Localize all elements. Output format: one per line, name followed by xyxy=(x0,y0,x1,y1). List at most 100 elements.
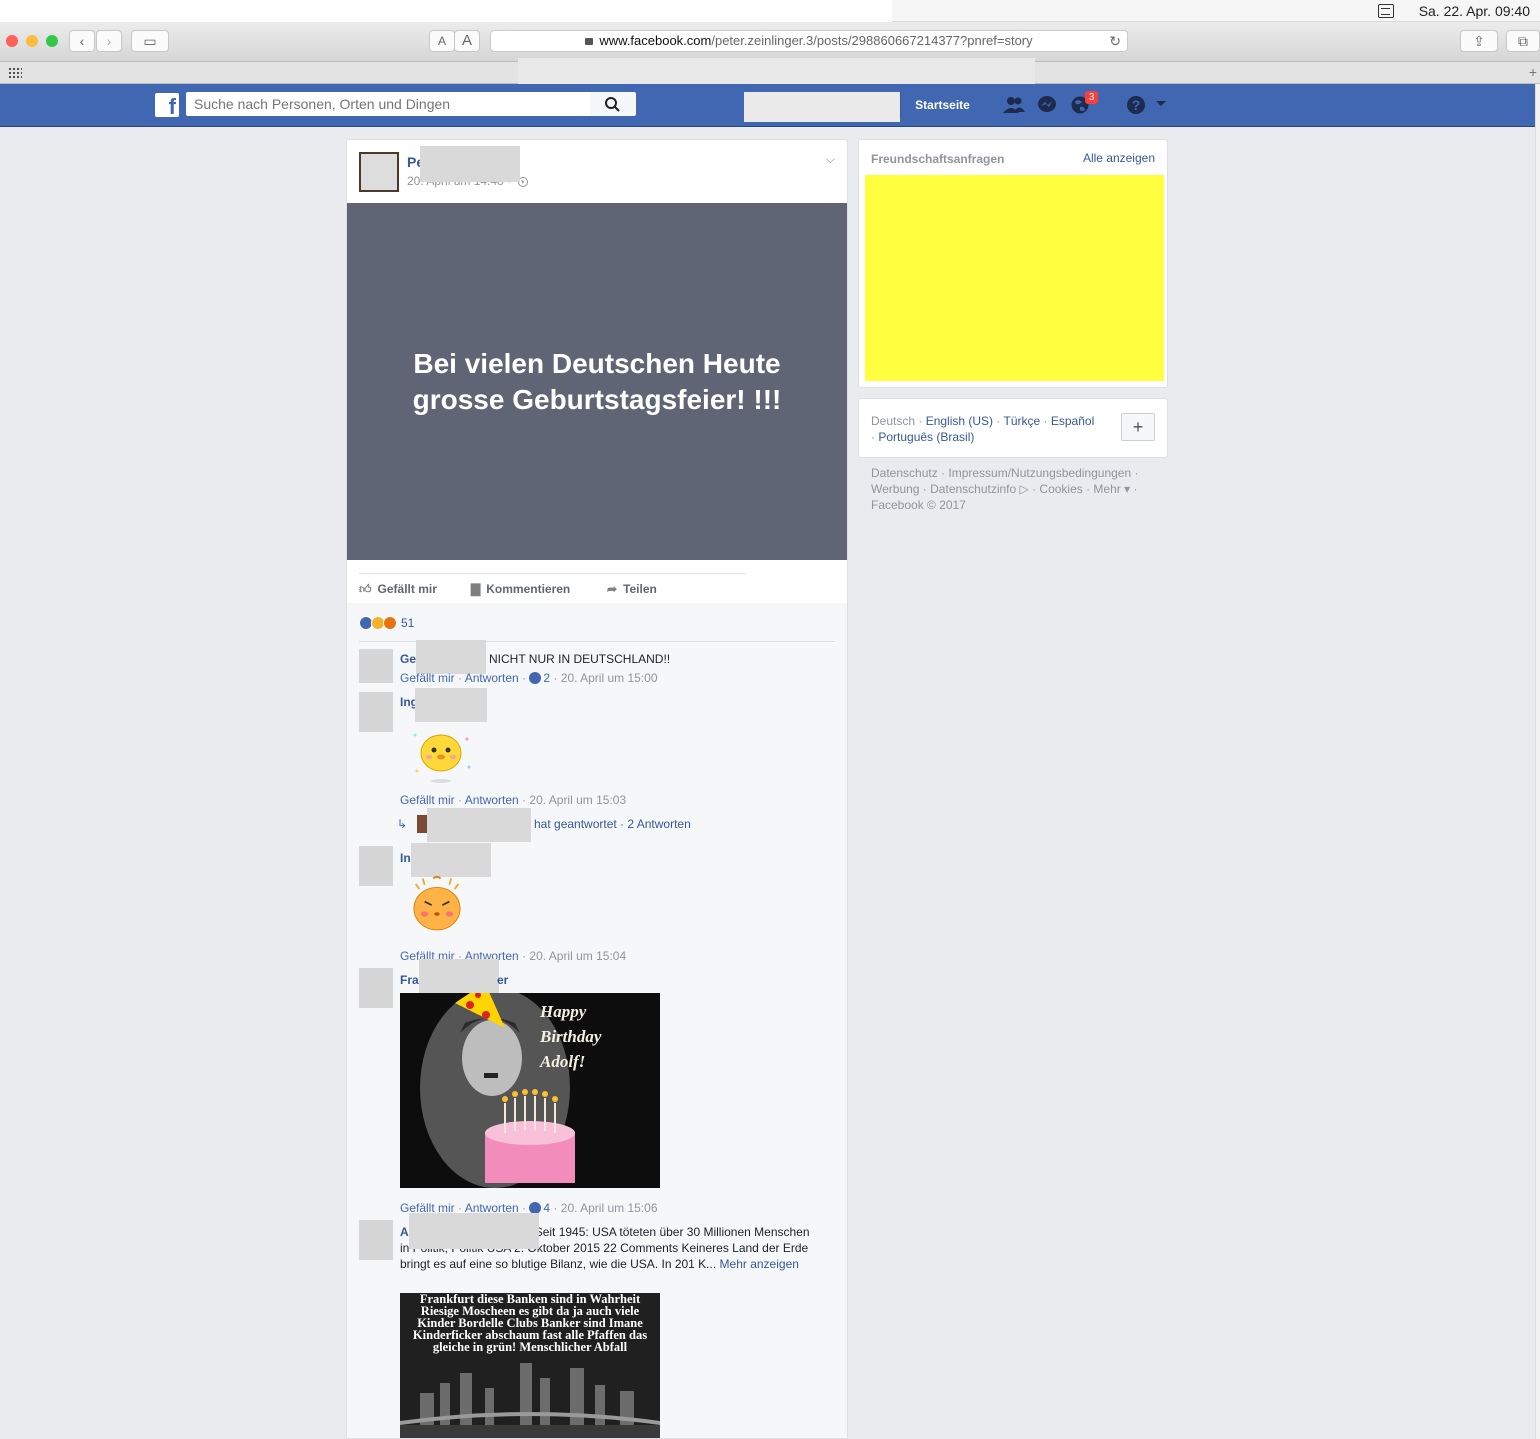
share-button[interactable]: ⇪ xyxy=(1460,30,1498,52)
comment-avatar[interactable] xyxy=(359,1220,393,1260)
redacted-name xyxy=(419,959,499,993)
friend-requests-highlight xyxy=(865,175,1164,381)
comment-icon: ▇ xyxy=(471,582,481,596)
comment-time[interactable]: 20. April um 15:03 xyxy=(529,793,626,807)
like-button[interactable]: 👍︎ Gefällt mir xyxy=(359,582,437,597)
menubar-left xyxy=(0,0,892,22)
home-link[interactable]: Startseite xyxy=(900,92,984,118)
url-path: /peter.zeinlinger.3/posts/29886066721437… xyxy=(711,33,1033,48)
comment-image-frankfurt[interactable]: Frankfurt diese Banken sind in Wahrheit … xyxy=(400,1293,660,1438)
view-replies-link[interactable]: hat geantwortet · 2 Antworten xyxy=(534,817,691,831)
favorites-bar: + xyxy=(0,58,1540,88)
url-host: www.facebook.com xyxy=(599,33,712,48)
comment-avatar[interactable] xyxy=(359,846,393,886)
grid-icon[interactable] xyxy=(8,67,22,79)
birthday-image-caption: Happy Birthday Adolf! xyxy=(540,1002,602,1071)
show-more-link[interactable]: Mehr anzeigen xyxy=(720,1257,799,1271)
frankfurt-image-caption: Frankfurt diese Banken sind in Wahrheit … xyxy=(412,1293,648,1354)
angry-reaction-icon xyxy=(383,616,397,630)
birthday-photo xyxy=(400,993,660,1188)
help-icon[interactable]: ? xyxy=(1126,95,1146,115)
search-button[interactable] xyxy=(590,92,636,116)
like-count-icon xyxy=(529,672,542,684)
comment-avatar[interactable] xyxy=(359,649,393,683)
browser-toolbar: ‹ › ▭ A A www.facebook.com/peter.zeinlin… xyxy=(0,22,1540,62)
comment-like-count[interactable]: 2 xyxy=(543,671,550,685)
comments-section: 51 Ge NICHT NUR IN DEUTSCHLAND!! Gefällt… xyxy=(347,603,847,1438)
post-card: Pe 20. April um 14:48 · ⌵ Bei vielen Deu… xyxy=(346,139,848,1439)
redacted-name xyxy=(415,688,487,722)
macos-menubar: Sa. 22. Apr. 09:40 xyxy=(0,0,1540,22)
comment-meta: Gefällt mir · Antworten · 2 · 20. April … xyxy=(400,671,658,685)
comment-avatar[interactable] xyxy=(359,968,393,1008)
page-footer[interactable]: Datenschutz · Impressum/Nutzungsbedingun… xyxy=(871,465,1161,513)
friends-icon[interactable] xyxy=(1002,95,1026,115)
tabs-overview-button[interactable]: ⧉ xyxy=(1506,30,1540,52)
back-button[interactable]: ‹ xyxy=(69,30,95,52)
calendar-icon[interactable] xyxy=(1378,4,1394,18)
share-arrow-icon: ➦ xyxy=(607,582,618,596)
menubar-clock[interactable]: Sa. 22. Apr. 09:40 xyxy=(1419,3,1530,19)
friend-requests-title: Freundschaftsanfragen xyxy=(871,152,1005,166)
comment-reply-link[interactable]: Antworten xyxy=(465,793,519,807)
thumbs-up-icon: 👍︎ xyxy=(359,582,372,596)
comment-button[interactable]: ▇ Kommentieren xyxy=(471,582,570,596)
redacted-name xyxy=(409,1213,539,1249)
reactions-summary[interactable]: 51 xyxy=(359,616,414,630)
notification-badge: 3 xyxy=(1085,91,1098,104)
more-languages-button[interactable]: + xyxy=(1121,413,1155,441)
zoom-window-button[interactable] xyxy=(46,35,58,47)
font-smaller-button[interactable]: A xyxy=(429,30,455,52)
language-link[interactable]: Português (Brasil) xyxy=(878,430,974,444)
sidebar-toggle-button[interactable]: ▭ xyxy=(131,30,169,52)
dancing-chick-sticker xyxy=(413,733,471,783)
language-link[interactable]: Español xyxy=(1051,414,1094,428)
facebook-logo-icon[interactable]: f xyxy=(155,93,179,117)
language-box: Deutsch · English (US) · Türkçe · Españo… xyxy=(858,398,1168,458)
language-link[interactable]: Türkçe xyxy=(1004,414,1041,428)
lock-icon xyxy=(585,38,594,45)
comment-like-link[interactable]: Gefällt mir xyxy=(400,793,455,807)
comment-like-count[interactable]: 4 xyxy=(543,1201,550,1215)
comment-author[interactable]: In xyxy=(400,851,411,865)
reply-avatar[interactable] xyxy=(417,815,427,833)
minimize-window-button[interactable] xyxy=(26,35,38,47)
svg-text:?: ? xyxy=(1132,97,1141,113)
reply-arrow-icon: ↳ xyxy=(397,817,408,831)
redacted-profile-link xyxy=(744,92,900,122)
comment-time[interactable]: 20. April um 15:06 xyxy=(561,1201,658,1215)
forward-button[interactable]: › xyxy=(96,30,122,52)
redacted-author-name xyxy=(420,146,520,182)
page-scrollbar[interactable] xyxy=(1535,84,1540,1439)
comment-reply-link[interactable]: Antworten xyxy=(465,671,519,685)
reload-icon[interactable]: ↻ xyxy=(1109,31,1121,51)
language-list: Deutsch · English (US) · Türkçe · Españo… xyxy=(871,414,1095,444)
comment-author[interactable]: Ge xyxy=(400,652,416,666)
friend-requests-box: Freundschaftsanfragen Alle anzeigen xyxy=(858,139,1168,388)
comment-text: NICHT NUR IN DEUTSCHLAND!! xyxy=(489,652,671,666)
see-all-link[interactable]: Alle anzeigen xyxy=(1083,151,1155,165)
language-link[interactable]: English (US) xyxy=(926,414,993,428)
comment-meta: Gefällt mir · Antworten · 20. April um 1… xyxy=(400,793,627,807)
search-icon xyxy=(605,97,620,112)
post-actions-bar: 👍︎ Gefällt mir ▇ Kommentieren ➦ Teilen xyxy=(359,573,746,603)
author-avatar[interactable] xyxy=(359,152,399,192)
account-menu-arrow-icon[interactable] xyxy=(1155,100,1167,108)
comment-author[interactable]: Fra xyxy=(400,973,419,987)
comment-author-tail[interactable]: er xyxy=(497,973,508,987)
comment-time[interactable]: 20. April um 15:04 xyxy=(529,949,626,963)
close-window-button[interactable] xyxy=(6,35,18,47)
comment-time[interactable]: 20. April um 15:00 xyxy=(561,671,658,685)
address-bar[interactable]: www.facebook.com/peter.zeinlinger.3/post… xyxy=(490,30,1128,52)
share-post-button[interactable]: ➦ Teilen xyxy=(607,582,657,596)
redacted-name xyxy=(416,640,486,674)
font-larger-button[interactable]: A xyxy=(454,30,480,52)
new-tab-button[interactable]: + xyxy=(1526,62,1540,84)
comment-image-birthday[interactable]: Happy Birthday Adolf! xyxy=(400,993,660,1188)
comment-like-link[interactable]: Gefällt mir xyxy=(400,671,455,685)
redacted-name xyxy=(427,808,531,842)
messenger-icon[interactable] xyxy=(1037,95,1057,115)
post-options-chevron-icon[interactable]: ⌵ xyxy=(826,152,835,167)
comment-avatar[interactable] xyxy=(359,692,393,732)
search-input[interactable] xyxy=(186,92,590,116)
